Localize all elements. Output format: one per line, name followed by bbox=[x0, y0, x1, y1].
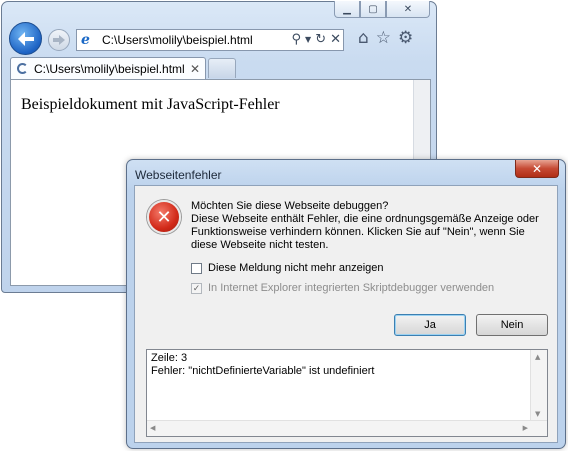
address-bar-icons: ⚲ ▼ ↻ ✕ bbox=[292, 31, 342, 49]
window-controls: ▁ ▢ ✕ bbox=[334, 1, 430, 18]
forward-arrow-icon bbox=[53, 35, 65, 45]
error-icon: ✕ bbox=[147, 200, 181, 234]
close-window-button[interactable]: ✕ bbox=[386, 1, 430, 18]
debugger-row: ✓ In Internet Explorer integrierten Skri… bbox=[191, 282, 494, 294]
tab-title: C:\Users\molily\beispiel.html bbox=[34, 61, 185, 76]
home-icon[interactable]: ⌂ bbox=[358, 28, 369, 48]
minimize-button[interactable]: ▁ bbox=[334, 1, 360, 18]
debugger-checkbox: ✓ bbox=[191, 282, 202, 294]
scroll-left-icon[interactable]: ◀ bbox=[150, 424, 155, 432]
dont-show-row[interactable]: Diese Meldung nicht mehr anzeigen bbox=[191, 262, 384, 274]
address-text[interactable]: C:\Users\molily\beispiel.html bbox=[102, 33, 253, 47]
debugger-label: In Internet Explorer integrierten Skript… bbox=[208, 282, 495, 294]
favorites-star-icon[interactable]: ☆ bbox=[376, 28, 391, 48]
dialog-title: Webseitenfehler bbox=[135, 168, 222, 182]
scroll-down-icon[interactable]: ▼ bbox=[535, 410, 540, 418]
document-text: Beispieldokument mit JavaScript-Fehler bbox=[21, 96, 280, 113]
details-horizontal-scrollbar[interactable]: ◀ ▶ bbox=[147, 420, 547, 436]
scroll-up-icon[interactable]: ▲ bbox=[535, 353, 540, 361]
stop-icon[interactable]: ✕ bbox=[330, 31, 341, 49]
scroll-right-icon[interactable]: ▶ bbox=[523, 424, 528, 432]
maximize-button[interactable]: ▢ bbox=[360, 1, 386, 18]
search-icon[interactable]: ⚲ bbox=[292, 31, 302, 49]
refresh-icon[interactable]: ↻ bbox=[315, 31, 326, 49]
back-button[interactable] bbox=[9, 22, 42, 55]
dialog-close-button[interactable]: ✕ bbox=[515, 160, 559, 178]
error-details-box[interactable]: Zeile: 3 Fehler: "nichtDefinierteVariabl… bbox=[146, 349, 548, 437]
yes-button[interactable]: Ja bbox=[394, 314, 466, 336]
new-tab-button[interactable] bbox=[208, 58, 236, 78]
no-button[interactable]: Nein bbox=[476, 314, 548, 336]
ie-logo-icon: e bbox=[81, 32, 90, 48]
error-line: Zeile: 3 bbox=[151, 352, 188, 364]
toolbar-icons: ⌂ ☆ ⚙ bbox=[358, 28, 413, 48]
dialog-message: Möchten Sie diese Webseite debuggen? Die… bbox=[191, 200, 551, 252]
tab-close-icon[interactable]: ✕ bbox=[190, 62, 200, 76]
dropdown-icon[interactable]: ▼ bbox=[305, 31, 311, 49]
tools-gear-icon[interactable]: ⚙ bbox=[398, 28, 413, 48]
tab-active[interactable]: C:\Users\molily\beispiel.html ✕ bbox=[10, 57, 206, 79]
address-bar[interactable]: e C:\Users\molily\beispiel.html ⚲ ▼ ↻ ✕ bbox=[76, 29, 344, 51]
dialog-question: Möchten Sie diese Webseite debuggen? bbox=[191, 200, 389, 212]
error-dialog: Webseitenfehler ✕ ✕ Möchten Sie diese We… bbox=[126, 159, 566, 449]
back-arrow-icon bbox=[17, 31, 34, 46]
loading-spinner-icon bbox=[17, 63, 28, 74]
details-vertical-scrollbar[interactable]: ▲ ▼ bbox=[530, 350, 547, 421]
forward-button[interactable] bbox=[48, 29, 70, 51]
error-message: Fehler: "nichtDefinierteVariable" ist un… bbox=[151, 365, 375, 377]
dont-show-label[interactable]: Diese Meldung nicht mehr anzeigen bbox=[208, 262, 384, 274]
dialog-body: ✕ Möchten Sie diese Webseite debuggen? D… bbox=[134, 185, 558, 443]
error-details-text: Zeile: 3 Fehler: "nichtDefinierteVariabl… bbox=[151, 352, 374, 378]
dont-show-checkbox[interactable] bbox=[191, 262, 202, 274]
dialog-explanation: Diese Webseite enthält Fehler, die eine … bbox=[191, 213, 539, 251]
